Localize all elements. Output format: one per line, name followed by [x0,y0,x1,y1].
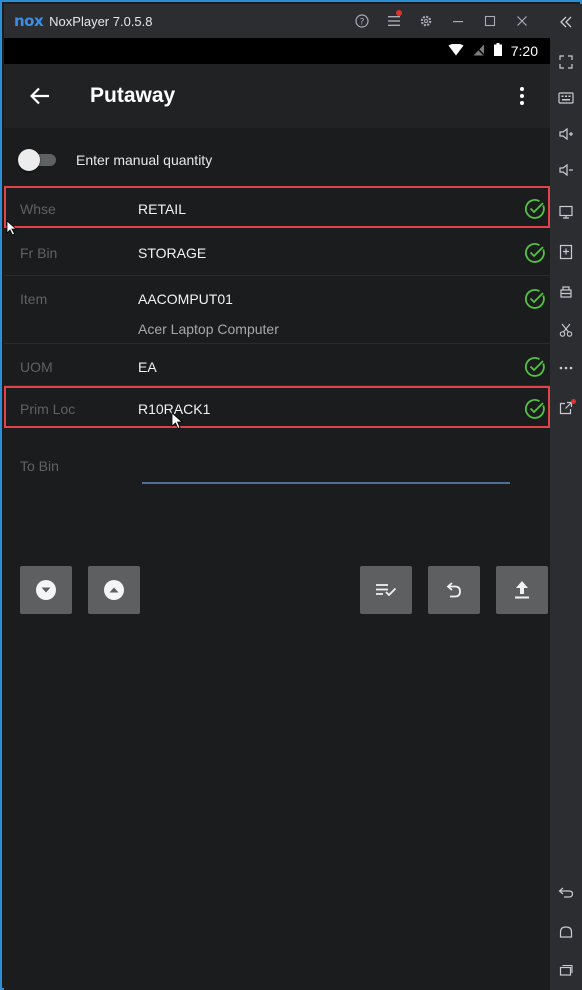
more-icon[interactable] [550,354,582,382]
screen-icon[interactable] [550,198,582,226]
volume-up-icon[interactable] [550,120,582,148]
field-value: AACOMPUT01 [138,291,233,307]
field-row-whse[interactable]: Whse RETAIL [4,186,550,228]
field-row-prim-loc[interactable]: Prim Loc R10RACK1 [4,386,550,428]
android-back-icon[interactable] [550,878,582,906]
upload-button[interactable] [496,566,548,614]
maximize-icon[interactable] [474,4,506,38]
scroll-down-icon [36,580,56,600]
upload-icon [515,581,529,599]
list-check-button[interactable] [360,566,412,614]
svg-text:?: ? [360,18,365,28]
field-label: Prim Loc [20,401,76,417]
to-bin-label: To Bin [20,458,59,474]
help-icon[interactable]: ? [346,4,378,38]
status-time: 7:20 [510,43,538,59]
signal-off-icon [473,43,485,59]
battery-icon [493,43,502,59]
scroll-down-button[interactable] [20,566,72,614]
collapse-icon[interactable] [550,8,582,36]
mouse-pointer-icon [6,220,18,236]
minimize-icon[interactable] [442,4,474,38]
undo-button[interactable] [428,566,480,614]
app-bar: Putaway [4,64,550,128]
menu-icon[interactable] [378,4,410,38]
field-label: Item [20,291,48,307]
check-circle-icon [524,243,545,263]
volume-down-icon[interactable] [550,156,582,184]
android-status-bar: 7:20 [4,38,550,64]
page-title: Putaway [90,84,176,107]
manual-quantity-row: Enter manual quantity [18,148,212,172]
list-check-icon [376,584,397,597]
undo-icon [446,582,461,598]
item-description: Acer Laptop Computer [138,321,279,337]
emulator-sidebar [550,4,582,990]
overflow-menu-icon[interactable] [510,82,534,110]
check-circle-icon [524,289,545,309]
check-circle-icon [524,399,545,419]
share-icon[interactable] [550,394,582,422]
scroll-up-icon [104,580,124,600]
field-label: UOM [20,359,53,375]
putaway-form: Enter manual quantity Whse RETAIL Fr Bin… [4,128,550,990]
notification-dot [396,10,402,16]
field-label: Whse [20,201,56,217]
screenshot-icon[interactable] [550,316,582,344]
field-row-fr-bin[interactable]: Fr Bin STORAGE [4,230,550,276]
fullscreen-icon[interactable] [550,48,582,76]
add-apk-icon[interactable] [550,238,582,266]
field-label: Fr Bin [20,245,58,261]
field-row-item[interactable]: Item AACOMPUT01 Acer Laptop Computer [4,276,550,344]
emulator-frame: nox NoxPlayer 7.0.5.8 ? 7:20 Putaway Ent… [0,0,582,990]
manual-quantity-toggle[interactable] [18,148,58,172]
to-bin-row: To Bin [4,446,550,502]
field-value: EA [138,359,157,375]
scroll-up-button[interactable] [88,566,140,614]
wifi-icon [448,43,464,59]
field-value: RETAIL [138,201,186,217]
nox-logo: nox [14,12,44,30]
mouse-pointer-icon [171,412,184,430]
settings-icon[interactable] [410,4,442,38]
check-circle-icon [524,357,545,377]
toolbox-icon[interactable] [550,278,582,306]
emulator-title-bar: nox NoxPlayer 7.0.5.8 ? [4,4,550,38]
android-home-icon[interactable] [550,918,582,946]
field-row-uom[interactable]: UOM EA [4,344,550,386]
check-circle-icon [524,199,545,219]
manual-quantity-label: Enter manual quantity [76,152,213,168]
to-bin-input[interactable] [142,460,510,484]
back-arrow-icon[interactable] [24,80,56,112]
emulator-title: NoxPlayer 7.0.5.8 [49,13,153,29]
android-recents-icon[interactable] [550,956,582,984]
keyboard-icon[interactable] [550,84,582,112]
close-icon[interactable] [506,4,538,38]
field-value: STORAGE [138,245,207,261]
